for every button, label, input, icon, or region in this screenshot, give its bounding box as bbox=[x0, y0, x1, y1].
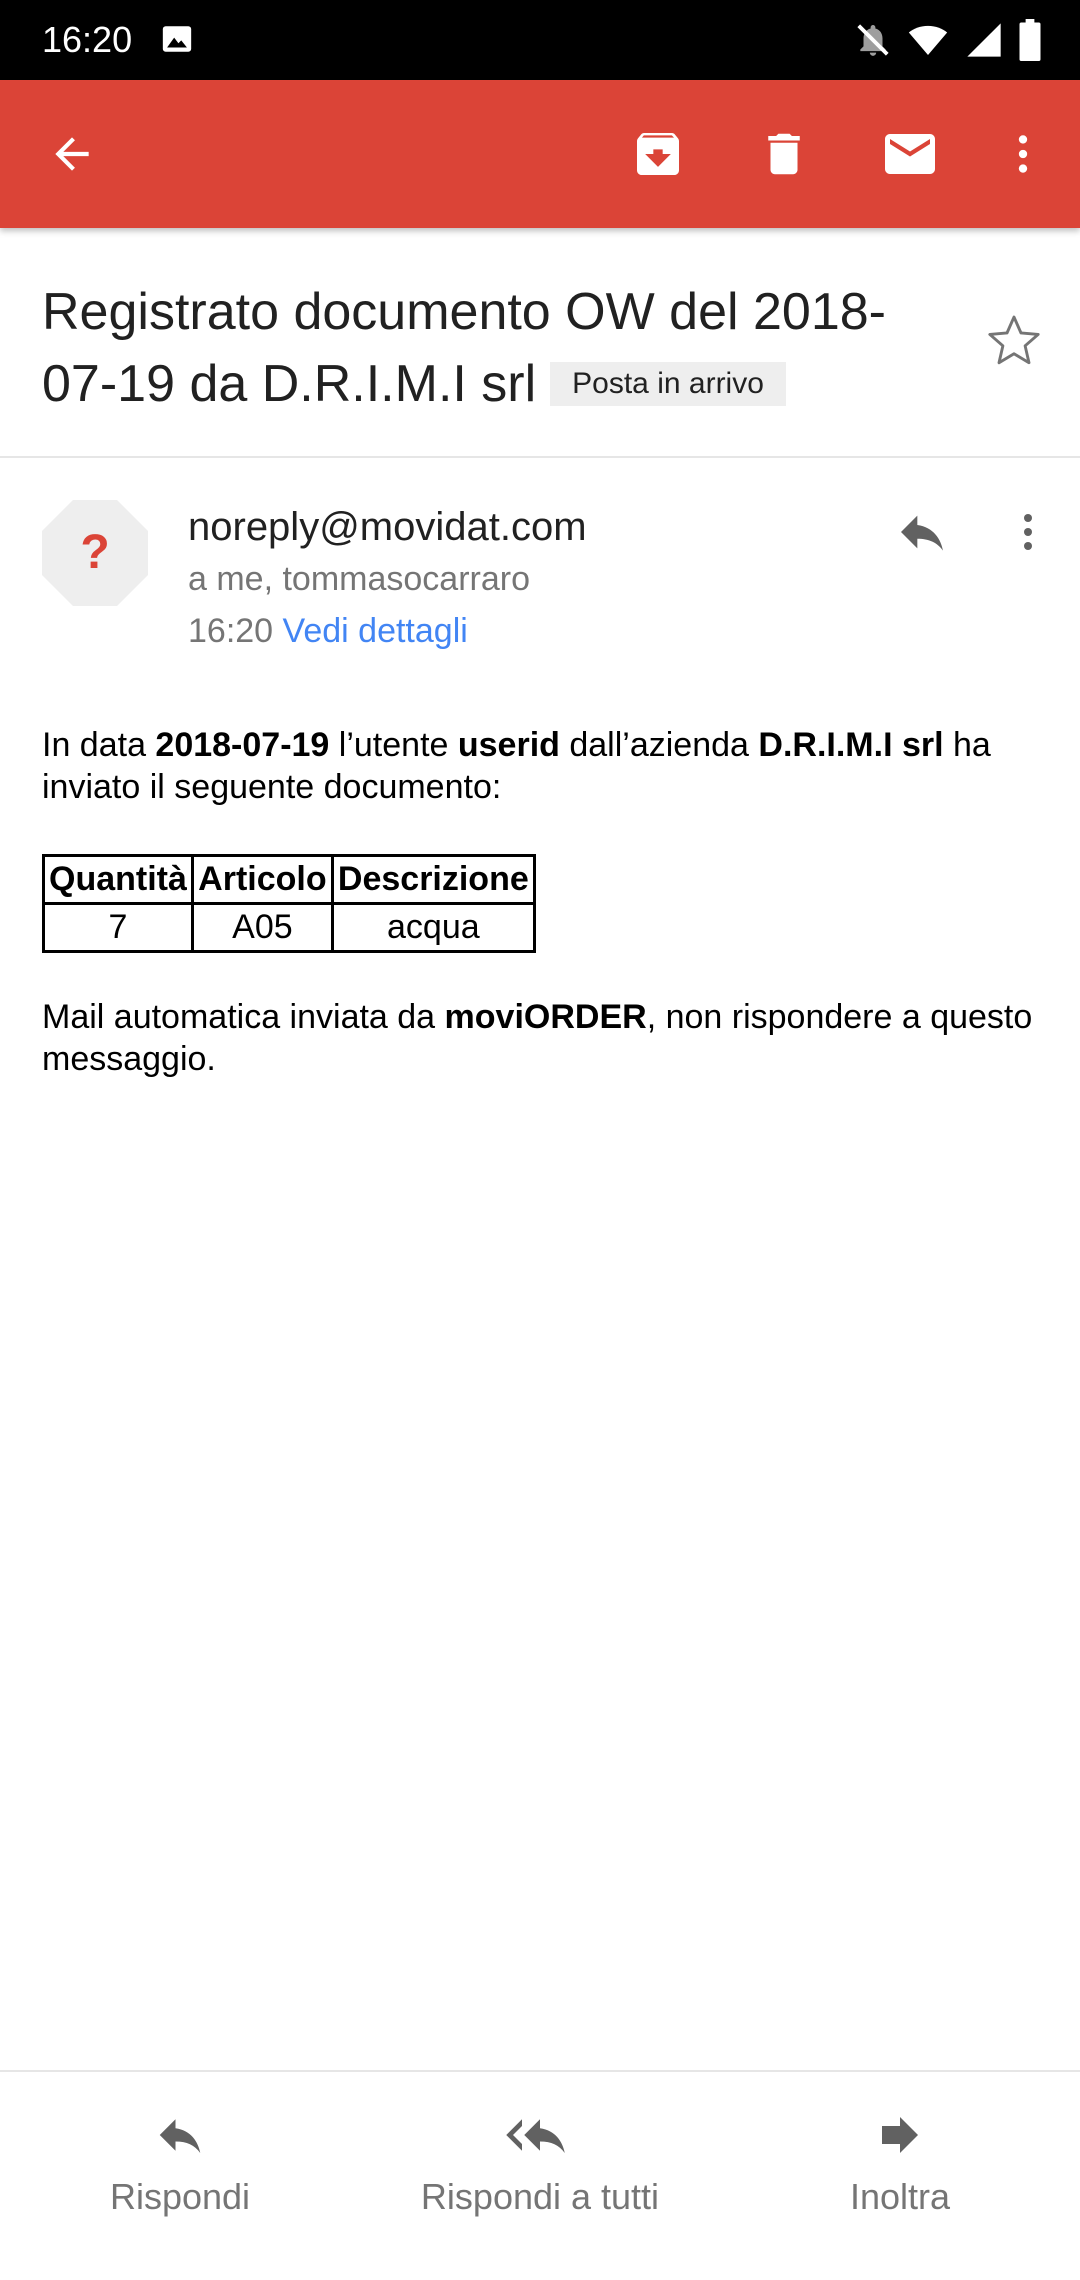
forward-button[interactable]: Inoltra bbox=[730, 2108, 1070, 2228]
sender-header: ? noreply@movidat.com a me, tommasocarra… bbox=[0, 460, 1080, 690]
footer-app-name: moviORDER bbox=[444, 998, 647, 1036]
archive-icon bbox=[637, 133, 679, 175]
document-table: Quantità Articolo Descrizione 7 A05 acqu… bbox=[42, 854, 536, 953]
email-body-intro: In data 2018-07-19 l’utente userid dall’… bbox=[42, 724, 1042, 808]
column-header: Articolo bbox=[190, 854, 334, 905]
email-subject: Registrato documento OW del 2018-07-19 d… bbox=[42, 276, 942, 420]
reply-all-label: Rispondi a tutti bbox=[420, 2176, 660, 2217]
column-header: Quantità bbox=[42, 854, 194, 905]
reply-button[interactable] bbox=[880, 490, 964, 574]
bottom-action-bar: Rispondi Rispondi a tutti Inoltra bbox=[0, 2070, 1080, 2280]
delete-button[interactable] bbox=[746, 116, 822, 192]
mark-unread-button[interactable] bbox=[872, 116, 948, 192]
avatar[interactable]: ? bbox=[42, 500, 148, 606]
table-cell: A05 bbox=[190, 902, 334, 953]
status-time: 16:20 bbox=[42, 19, 133, 60]
notifications-off-icon bbox=[857, 24, 889, 56]
status-bar: 16:20 bbox=[0, 0, 1080, 80]
back-button[interactable] bbox=[34, 116, 110, 192]
reply-label: Rispondi bbox=[109, 2176, 251, 2217]
reply-all-button[interactable]: Rispondi a tutti bbox=[370, 2108, 710, 2228]
avatar-octagon-icon: ? bbox=[42, 500, 148, 606]
body-text-2: l’utente bbox=[329, 726, 458, 764]
reply-icon bbox=[159, 2119, 201, 2153]
forward-icon bbox=[882, 2117, 918, 2153]
reply-icon bbox=[901, 515, 943, 551]
app-bar bbox=[0, 80, 1080, 228]
body-user: userid bbox=[457, 726, 560, 764]
arrow-back-icon bbox=[55, 137, 89, 171]
reply-all-icon bbox=[506, 2119, 565, 2153]
time-line: 16:20 Vedi dettagli bbox=[188, 608, 468, 654]
subject-area: Registrato documento OW del 2018-07-19 d… bbox=[0, 228, 1080, 458]
image-notification-icon bbox=[162, 26, 192, 52]
battery-icon bbox=[1019, 19, 1041, 61]
recipients: a me, tommasocarraro bbox=[188, 560, 530, 598]
star-outline-icon bbox=[988, 315, 1040, 365]
star-button[interactable] bbox=[982, 308, 1046, 372]
wifi-icon bbox=[908, 25, 948, 55]
sender-address: noreply@movidat.com bbox=[188, 505, 587, 549]
mail-icon bbox=[885, 134, 935, 174]
signal-icon bbox=[967, 23, 1001, 57]
body-text-1: In data bbox=[42, 726, 156, 764]
body-company: D.R.I.M.I srl bbox=[758, 726, 944, 764]
body-text-3: dall’azienda bbox=[559, 726, 759, 764]
more-options-button[interactable] bbox=[986, 116, 1060, 192]
message-more-button[interactable] bbox=[988, 490, 1068, 574]
table-row: 7 A05 acqua bbox=[42, 902, 536, 953]
more-vert-icon bbox=[1018, 135, 1028, 173]
status-icons bbox=[854, 18, 1042, 62]
label-chip[interactable]: Posta in arrivo bbox=[550, 362, 786, 406]
footer-text-1: Mail automatica inviata da bbox=[42, 998, 445, 1036]
column-header: Descrizione bbox=[330, 854, 536, 905]
body-date: 2018-07-19 bbox=[155, 726, 330, 764]
email-body-footer: Mail automatica inviata da moviORDER, no… bbox=[42, 996, 1042, 1080]
avatar-glyph: ? bbox=[80, 526, 109, 579]
more-vert-icon bbox=[1024, 514, 1032, 550]
reply-bottom-button[interactable]: Rispondi bbox=[10, 2108, 350, 2228]
archive-button[interactable] bbox=[620, 116, 696, 192]
forward-label: Inoltra bbox=[849, 2176, 951, 2217]
table-cell: 7 bbox=[42, 902, 194, 953]
trash-icon bbox=[768, 133, 800, 175]
details-link[interactable]: Vedi dettagli bbox=[283, 612, 468, 650]
table-header-row: Quantità Articolo Descrizione bbox=[42, 854, 536, 905]
table-cell: acqua bbox=[330, 902, 536, 953]
email-time: 16:20 bbox=[188, 612, 274, 650]
